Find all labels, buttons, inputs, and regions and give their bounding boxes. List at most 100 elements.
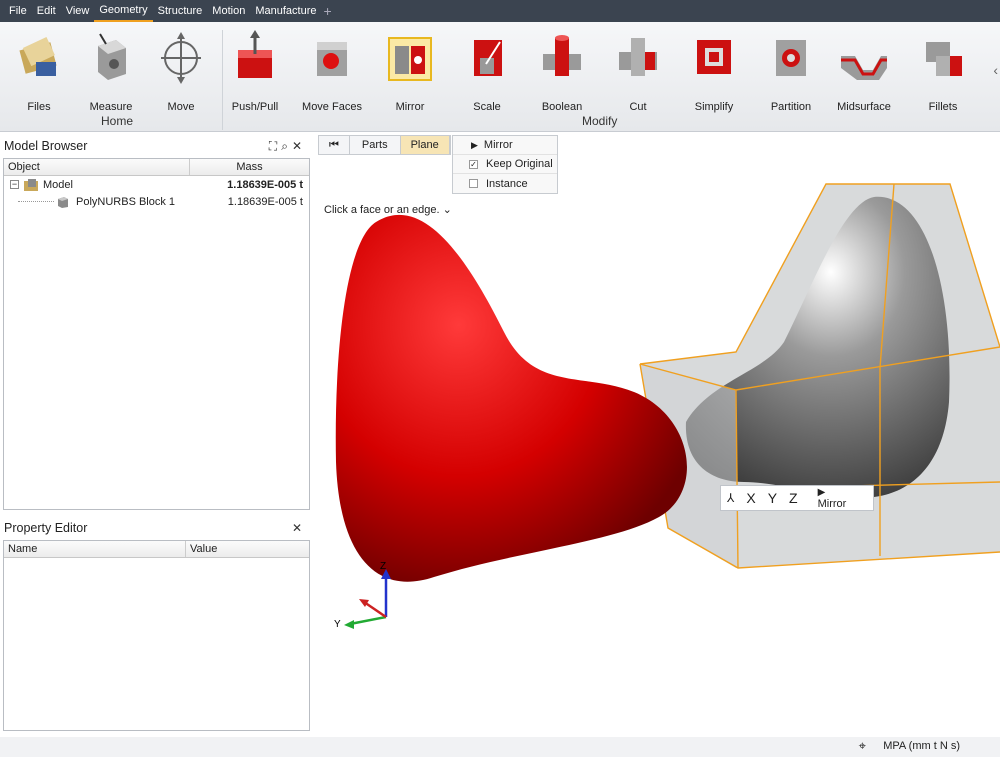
selection-hint: Click a face or an edge. ⌄: [324, 203, 452, 216]
move-label: Move: [167, 101, 195, 113]
tree-item-mass: 1.18639E-005 t: [227, 195, 303, 208]
partition-label: Partition: [770, 101, 812, 113]
mirror-options-tabs: ⏮ Parts Plane: [318, 135, 451, 155]
model-browser-header: Model Browser ⛶⌕✕: [0, 136, 312, 156]
column-mass[interactable]: Mass: [190, 159, 309, 175]
model-browser-title: Model Browser: [4, 139, 88, 153]
cut-label: Cut: [629, 101, 647, 113]
ribbon-scroll-icon[interactable]: ‹: [993, 62, 998, 78]
add-tab-icon[interactable]: +: [323, 3, 331, 19]
partition-button[interactable]: Partition: [758, 28, 824, 113]
collapse-icon[interactable]: −: [10, 180, 19, 189]
model-browser-columns: Object Mass: [4, 159, 309, 176]
tree-item-mass: 1.18639E-005 t: [227, 178, 303, 191]
measure-button[interactable]: Measure: [78, 28, 144, 113]
menu-view[interactable]: View: [61, 0, 95, 22]
boolean-icon: [543, 35, 581, 76]
close-icon[interactable]: ✕: [292, 139, 306, 153]
instance-label: Instance: [486, 177, 528, 190]
mirror-label: Mirror: [395, 101, 425, 113]
axis-tripod-icon[interactable]: ⅄: [727, 491, 734, 505]
midsurface-button[interactable]: Midsurface: [831, 28, 897, 113]
scale-button[interactable]: Scale: [454, 28, 520, 113]
fillets-label: Fillets: [928, 101, 958, 113]
menu-structure[interactable]: Structure: [153, 0, 208, 22]
mirror-run-item[interactable]: ▶ Mirror: [453, 136, 557, 155]
column-value[interactable]: Value: [186, 541, 309, 557]
column-object[interactable]: Object: [4, 159, 190, 175]
files-button[interactable]: Files: [6, 28, 72, 113]
simplify-button[interactable]: Simplify: [681, 28, 747, 113]
fillets-icon: [926, 42, 962, 76]
play-icon: ▶: [817, 487, 826, 498]
property-editor-columns: Name Value: [4, 541, 309, 558]
axis-z-button[interactable]: Z: [789, 490, 798, 506]
mirror-button[interactable]: Mirror: [377, 28, 443, 113]
instance-option[interactable]: Instance: [453, 174, 557, 193]
push-pull-label: Push/Pull: [231, 101, 279, 113]
ribbon-group-home: Home: [101, 114, 134, 128]
triad-z-label: Z: [380, 561, 386, 572]
property-editor-table: Name Value: [3, 540, 310, 731]
menu-file[interactable]: File: [4, 0, 32, 22]
tree-item-label: PolyNURBS Block 1: [76, 195, 176, 208]
midsurface-icon: [841, 56, 887, 80]
instance-checkbox[interactable]: [469, 179, 478, 188]
tree-row-model[interactable]: − Model 1.18639E-005 t: [4, 176, 309, 193]
keep-original-label: Keep Original: [486, 158, 553, 170]
move-faces-label: Move Faces: [302, 101, 362, 113]
model-browser-panel: Model Browser ⛶⌕✕ Object Mass − Model 1.…: [0, 136, 312, 512]
menu-motion[interactable]: Motion: [207, 0, 250, 22]
triad-y-label: Y: [334, 619, 341, 630]
fillets-button[interactable]: Fillets: [910, 28, 976, 113]
mini-mirror-button[interactable]: ▶ Mirror: [812, 486, 867, 510]
mini-mirror-label: Mirror: [817, 498, 847, 510]
move-faces-icon: [317, 42, 347, 76]
hint-text: Click a face or an edge.: [324, 204, 440, 216]
binoculars-icon[interactable]: ⛶: [269, 139, 281, 153]
push-pull-button[interactable]: Push/Pull: [222, 28, 288, 113]
tab-parts[interactable]: Parts: [350, 136, 401, 154]
move-button[interactable]: Move: [148, 28, 214, 113]
measure-label: Measure: [89, 101, 133, 113]
tree-row-polynurbs-block[interactable]: PolyNURBS Block 1 1.18639E-005 t: [4, 193, 309, 210]
menu-geometry[interactable]: Geometry: [94, 0, 153, 22]
ribbon-group-modify: Modify: [582, 114, 618, 128]
axis-x-button[interactable]: X: [746, 490, 755, 506]
menu-manufacture[interactable]: Manufacture: [250, 0, 321, 22]
column-name[interactable]: Name: [4, 541, 186, 557]
back-icon[interactable]: ⏮: [319, 136, 350, 154]
red-mirrored-shape[interactable]: [335, 214, 687, 582]
close-icon[interactable]: ✕: [292, 521, 306, 535]
tree-connector: [18, 201, 54, 202]
axis-triad: Z Y: [334, 561, 391, 630]
boolean-button[interactable]: Boolean: [529, 28, 595, 113]
scene-canvas[interactable]: Z Y: [314, 132, 1000, 737]
mirror-mini-toolbar: ⅄ X Y Z ▶ Mirror: [720, 485, 874, 511]
boolean-label: Boolean: [541, 101, 583, 113]
tab-plane[interactable]: Plane: [400, 136, 450, 154]
property-editor-title: Property Editor: [4, 521, 88, 535]
unit-system-label[interactable]: MPA (mm t N s): [883, 740, 960, 752]
partition-icon: [776, 40, 806, 76]
move-faces-button[interactable]: Move Faces: [299, 28, 365, 113]
3d-viewport[interactable]: Z Y ⏮ Parts Plane ▶ Mirror ✓ Keep Origin…: [314, 132, 1000, 737]
keep-original-option[interactable]: ✓ Keep Original: [453, 155, 557, 174]
axis-y-button[interactable]: Y: [768, 490, 777, 506]
move-icon: [161, 32, 201, 84]
search-icon[interactable]: ⌕: [281, 139, 292, 153]
push-pull-icon: [238, 30, 272, 78]
keep-original-checkbox[interactable]: ✓: [469, 159, 478, 169]
files-icon: [19, 37, 57, 76]
mirror-run-label: Mirror: [483, 139, 513, 151]
crosshair-icon[interactable]: ⌖: [859, 738, 866, 754]
cut-button[interactable]: Cut: [605, 28, 671, 113]
ribbon: Files Measure Move Home Push/Pull Move F…: [0, 22, 1000, 132]
property-editor-header: Property Editor ✕: [0, 518, 312, 538]
measure-icon: [98, 33, 126, 80]
menu-edit[interactable]: Edit: [32, 0, 61, 22]
status-bar: ⌖ MPA (mm t N s): [0, 737, 1000, 757]
model-browser-tree: Object Mass − Model 1.18639E-005 t PolyN…: [3, 158, 310, 510]
midsurface-label: Midsurface: [837, 101, 891, 113]
chevron-down-icon[interactable]: ⌄: [443, 204, 452, 216]
